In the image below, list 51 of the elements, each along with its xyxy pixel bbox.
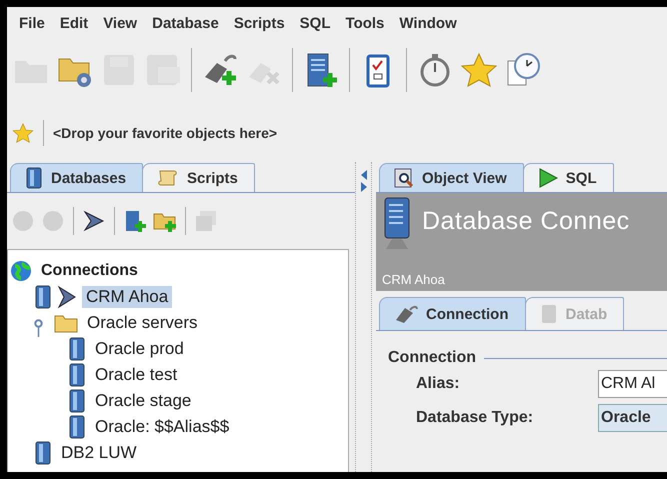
- menu-item[interactable]: SQL: [294, 15, 338, 32]
- star-icon[interactable]: [460, 51, 498, 89]
- magnifier-icon: [394, 168, 414, 188]
- database-plus-icon[interactable]: [123, 209, 147, 233]
- sub-tab[interactable]: Connection: [379, 297, 526, 330]
- panel-tab[interactable]: SQL: [522, 163, 614, 192]
- database-icon: [68, 389, 86, 413]
- header-title: Database Connec: [422, 207, 630, 236]
- database-icon: [25, 167, 43, 189]
- funnel-icon[interactable]: [82, 209, 106, 233]
- menu-item[interactable]: Tools: [340, 15, 392, 32]
- database-icon: [68, 415, 86, 439]
- collapse-left-icon[interactable]: [360, 170, 366, 180]
- database-icon: [540, 304, 558, 324]
- panel-tab[interactable]: Object View: [379, 163, 524, 192]
- menu-item[interactable]: Edit: [54, 15, 96, 32]
- alias-field[interactable]: CRM Al: [598, 370, 667, 398]
- expand-handle[interactable]: [34, 319, 43, 337]
- tree-item[interactable]: CRM Ahoa: [82, 286, 172, 308]
- field-label: Database Type:: [416, 409, 534, 427]
- menu-item[interactable]: File: [13, 15, 52, 32]
- section-title: Connection: [388, 349, 476, 367]
- database-icon: [68, 363, 86, 387]
- plug-icon: [394, 304, 418, 324]
- database-icon: [34, 441, 52, 465]
- database-icon: [68, 337, 86, 361]
- menu-item[interactable]: Scripts: [228, 15, 292, 32]
- globe-icon: [10, 260, 32, 282]
- play-icon: [538, 168, 558, 188]
- tree-item[interactable]: Connections: [37, 261, 142, 281]
- tree-item[interactable]: Oracle servers: [83, 312, 202, 334]
- header-subtitle: CRM Ahoa: [382, 272, 446, 287]
- panel-tab[interactable]: Scripts: [142, 163, 255, 192]
- tree-item[interactable]: Oracle: $$Alias$$: [91, 416, 234, 438]
- database-type-dropdown[interactable]: Oracle: [598, 404, 667, 432]
- star-icon: [12, 122, 34, 144]
- expand-right-icon[interactable]: [360, 182, 366, 192]
- menu-item[interactable]: Window: [393, 15, 464, 32]
- menu-item[interactable]: Database: [146, 15, 226, 32]
- tree-item[interactable]: Oracle test: [91, 364, 182, 386]
- scroll-icon: [157, 168, 180, 188]
- panel-tab[interactable]: Databases: [10, 163, 144, 192]
- field-label: Alias:: [416, 375, 461, 393]
- menu-item[interactable]: View: [97, 15, 144, 32]
- folder-icon: [54, 313, 78, 333]
- database-icon: [34, 285, 52, 309]
- tree-item[interactable]: Oracle prod: [91, 338, 188, 360]
- favorites-hint: <Drop your favorite objects here>: [53, 125, 278, 141]
- tree-item[interactable]: Oracle stage: [91, 390, 196, 412]
- server-icon: [382, 197, 412, 251]
- tree-item[interactable]: DB2 LUW: [57, 442, 141, 464]
